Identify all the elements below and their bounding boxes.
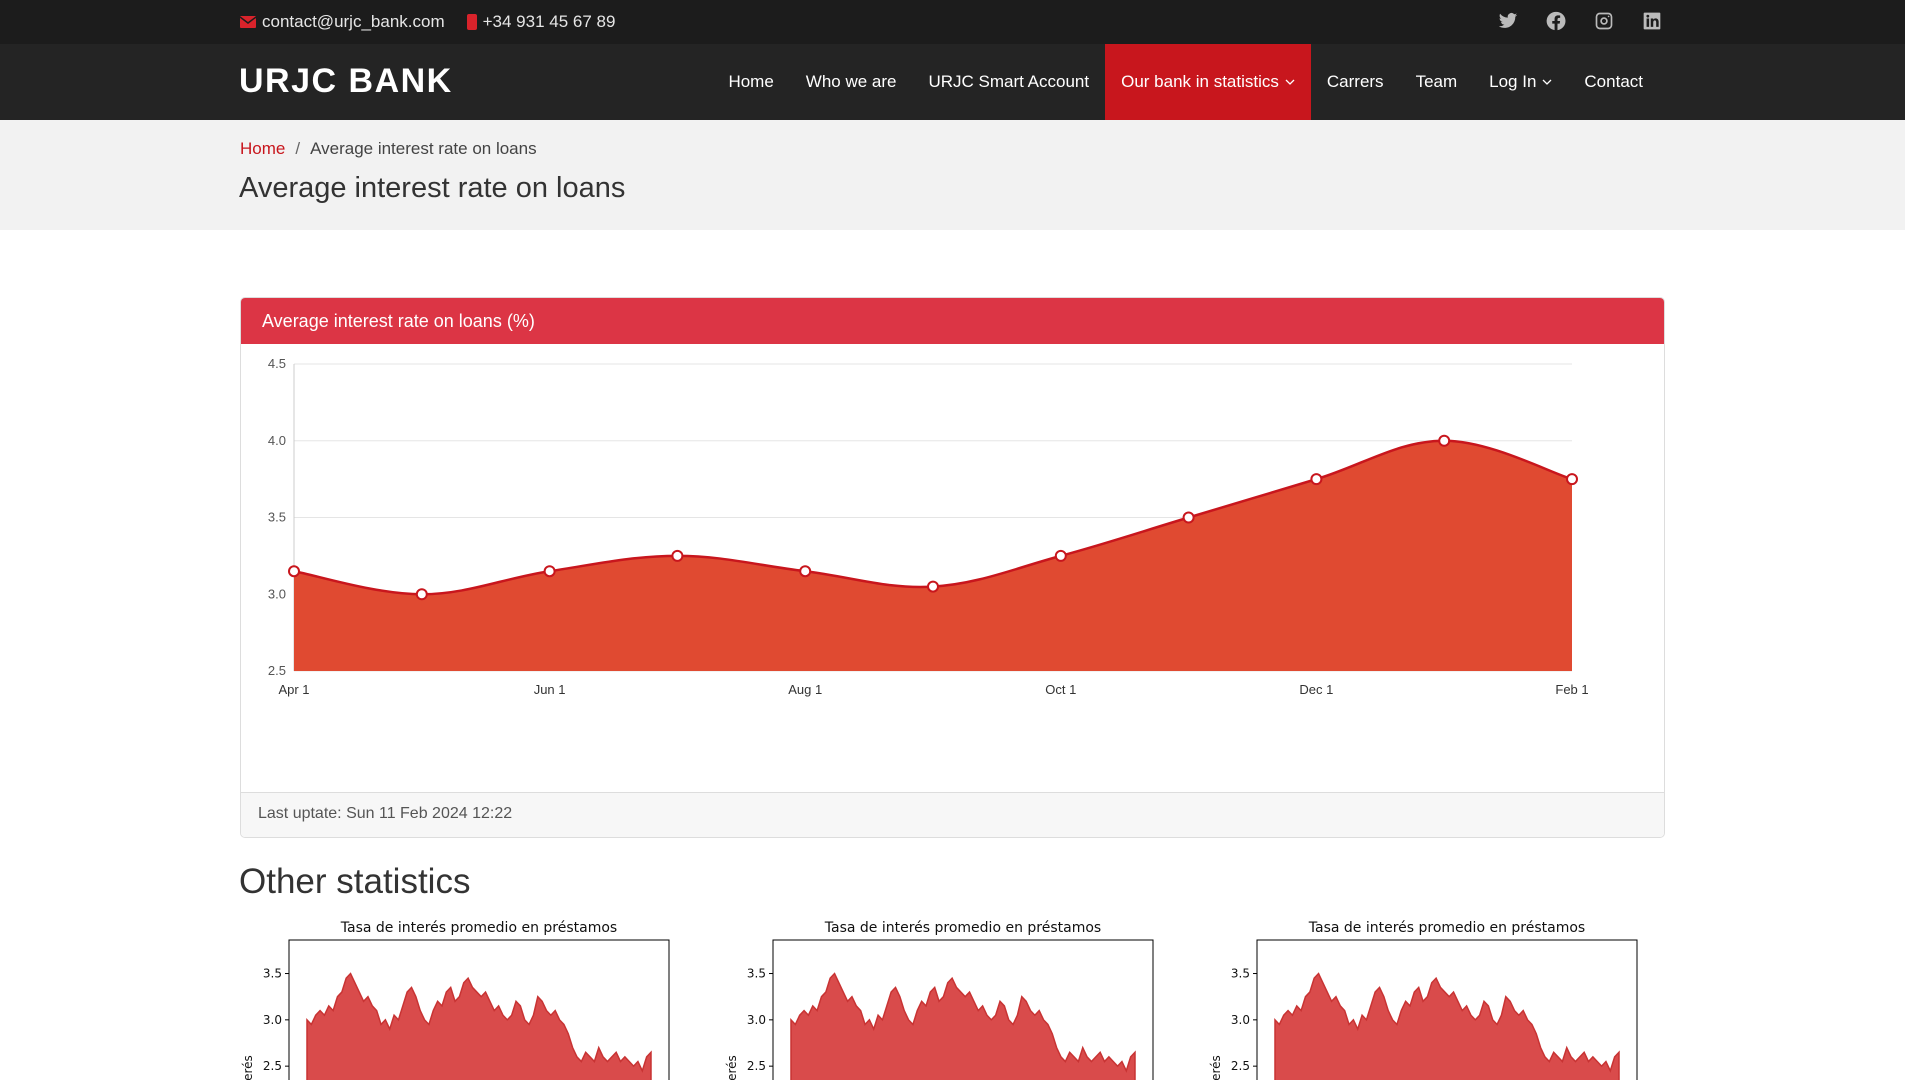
chevron-down-icon — [1542, 79, 1552, 85]
data-point — [415, 588, 428, 601]
page-header: Home / Average interest rate on loans Aver… — [0, 120, 1905, 230]
data-point — [1182, 511, 1195, 524]
y-axis-label: Interés — [1209, 1055, 1223, 1080]
data-point — [543, 565, 556, 578]
y-tick-label: 2.5 — [747, 1059, 766, 1073]
nav-item-contact[interactable]: Contact — [1568, 44, 1659, 120]
y-tick-label: 4.5 — [268, 356, 286, 371]
data-point — [927, 580, 939, 593]
other-statistics-heading: Other statistics — [239, 862, 471, 901]
mini-chart-title: Tasa de interés promedio en préstamos — [824, 920, 1101, 936]
chart-card-body: 2.5 3.0 3.5 4.0 4.5 Apr 1 Jun 1 Aug 1 Oct 1 Dec 1… — [241, 344, 1664, 792]
area-fill — [294, 440, 1572, 671]
phone-contact[interactable]: +34 931 45 67 89 — [466, 12, 616, 32]
envelope-icon — [240, 16, 256, 28]
breadcrumb-separator: / — [295, 139, 301, 158]
data-point — [1310, 473, 1323, 486]
nav-item-carrers[interactable]: Carrers — [1311, 44, 1400, 120]
y-tick-label: 3.5 — [268, 510, 286, 525]
y-tick-label: 3.0 — [1231, 1013, 1250, 1027]
y-tick-label: 3.0 — [268, 586, 286, 601]
nav-menu: Home Who we are URJC Smart Account Our b… — [712, 44, 1659, 120]
data-point — [288, 565, 300, 578]
chart-card-header: Average interest rate on loans (%) — [241, 298, 1664, 344]
mini-area — [1274, 972, 1620, 1085]
data-point — [799, 565, 812, 578]
y-tick-label: 2.5 — [263, 1059, 282, 1073]
mini-area-chart: Tasa de interés promedio en préstamos 2.5… — [1209, 920, 1638, 1085]
y-tick-label: 4.0 — [268, 433, 286, 448]
mini-chart-title: Tasa de interés promedio en préstamos — [340, 920, 617, 936]
data-point — [1566, 473, 1578, 486]
breadcrumb-current: Average interest rate on loans — [310, 139, 537, 158]
email-text: contact@urjc_bank.com — [262, 12, 445, 31]
breadcrumb-home-link[interactable]: Home — [240, 139, 285, 158]
nav-label: Our bank in statistics — [1121, 72, 1279, 91]
brand-logo[interactable]: URJC BANK — [239, 62, 453, 101]
x-tick-label: Jun 1 — [534, 682, 566, 697]
x-tick-label: Dec 1 — [1299, 682, 1333, 697]
nav-item-team[interactable]: Team — [1400, 44, 1474, 120]
phone-icon — [466, 14, 477, 30]
main-navbar: URJC BANK Home Who we are URJC Smart Acc… — [0, 44, 1905, 120]
nav-label: URJC Smart Account — [928, 72, 1090, 91]
nav-item-login[interactable]: Log In — [1473, 44, 1568, 120]
mini-chart-1: Tasa de interés promedio en préstamos 2.5… — [240, 916, 670, 1085]
top-contact-bar: contact@urjc_bank.com +34 931 45 67 89 — [0, 0, 1905, 44]
data-point — [1438, 434, 1451, 447]
mini-chart-2: Tasa de interés promedio en préstamos 2.5… — [724, 916, 1154, 1085]
instagram-icon[interactable] — [1594, 11, 1614, 31]
twitter-icon[interactable] — [1498, 11, 1518, 31]
nav-label: Contact — [1584, 72, 1643, 91]
y-tick-label: 3.5 — [1231, 967, 1250, 981]
linkedin-icon[interactable] — [1642, 11, 1662, 31]
nav-label: Who we are — [805, 72, 897, 91]
x-tick-label: Feb 1 — [1555, 682, 1588, 697]
chart-card: Average interest rate on loans (%) 2.5 3.… — [240, 297, 1665, 838]
nav-item-who-we-are[interactable]: Who we are — [790, 44, 913, 120]
mini-area-chart: Tasa de interés promedio en préstamos 2.5… — [241, 920, 670, 1085]
x-tick-label: Aug 1 — [788, 682, 822, 697]
y-tick-label: 3.5 — [747, 967, 766, 981]
y-tick-label: 3.0 — [747, 1013, 766, 1027]
mini-chart-title: Tasa de interés promedio en préstamos — [1308, 920, 1585, 936]
mini-area — [306, 972, 652, 1085]
social-links — [1498, 11, 1662, 31]
nav-item-statistics[interactable]: Our bank in statistics — [1105, 44, 1311, 120]
contact-info: contact@urjc_bank.com +34 931 45 67 89 — [240, 12, 615, 32]
y-tick-label: 3.0 — [263, 1013, 282, 1027]
mini-chart-3: Tasa de interés promedio en préstamos 2.5… — [1208, 916, 1638, 1085]
y-axis-label: Interés — [725, 1055, 739, 1080]
nav-item-smart-account[interactable]: URJC Smart Account — [913, 44, 1106, 120]
y-tick-label: 3.5 — [263, 967, 282, 981]
email-contact[interactable]: contact@urjc_bank.com — [240, 12, 445, 32]
y-axis-label: Interés — [241, 1055, 255, 1080]
mini-area-chart: Tasa de interés promedio en préstamos 2.5… — [725, 920, 1154, 1085]
nav-label: Team — [1415, 72, 1458, 91]
nav-label: Home — [728, 72, 774, 91]
chart-card-footer: Last uptate: Sun 11 Feb 2024 12:22 — [241, 792, 1664, 837]
breadcrumb: Home / Average interest rate on loans — [240, 139, 537, 159]
nav-label: Carrers — [1326, 72, 1384, 91]
y-tick-label: 2.5 — [268, 663, 286, 678]
x-tick-label: Apr 1 — [278, 682, 309, 697]
page-title: Average interest rate on loans — [239, 172, 626, 204]
y-tick-label: 2.5 — [1231, 1059, 1250, 1073]
mini-area — [790, 972, 1136, 1085]
data-point — [1054, 549, 1067, 562]
data-point — [671, 549, 684, 562]
nav-item-home[interactable]: Home — [712, 44, 789, 120]
phone-text: +34 931 45 67 89 — [482, 12, 616, 31]
x-tick-label: Oct 1 — [1045, 682, 1076, 697]
facebook-icon[interactable] — [1546, 11, 1566, 31]
nav-label: Log In — [1489, 72, 1537, 91]
main-area-chart: 2.5 3.0 3.5 4.0 4.5 Apr 1 Jun 1 Aug 1 Oct 1 Dec 1… — [268, 356, 1589, 697]
chevron-down-icon — [1285, 79, 1295, 85]
